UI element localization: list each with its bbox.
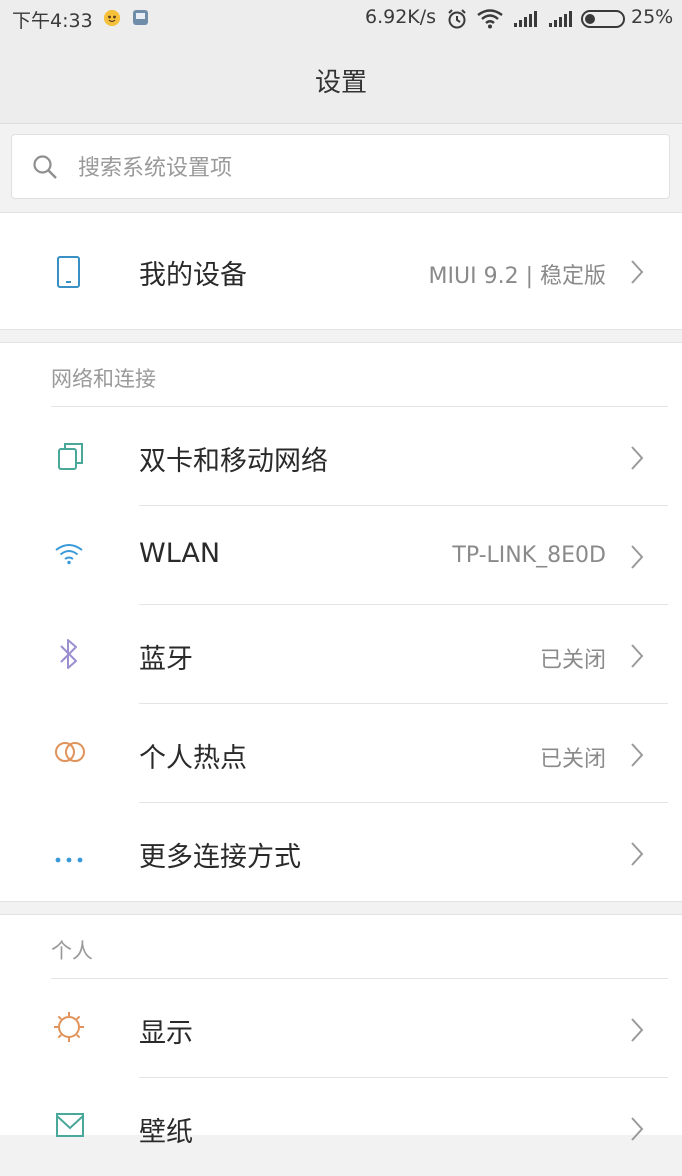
- title-bar: 设置: [0, 38, 682, 124]
- notification-app-icon: [104, 10, 120, 26]
- wifi-icon: [477, 9, 503, 33]
- item-label: 双卡和移动网络: [139, 446, 328, 477]
- item-label: 个人热点: [139, 743, 247, 774]
- my-device-label: 我的设备: [139, 260, 247, 291]
- chevron-right-icon: [630, 259, 644, 289]
- my-device-card: 我的设备 MIUI 9.2 | 稳定版: [0, 212, 682, 330]
- network-speed: 6.92K/s: [365, 6, 437, 28]
- search-input[interactable]: [76, 147, 640, 189]
- item-value: 已关闭: [539, 648, 606, 673]
- network-item-more[interactable]: 更多连接方式: [0, 803, 682, 901]
- bluetooth-icon: [58, 637, 80, 675]
- wifi-icon: [54, 542, 84, 570]
- network-section: 网络和连接 双卡和移动网络 WLAN TP-LINK_8E0D 蓝牙 已关闭 个…: [0, 342, 682, 902]
- my-device-value: MIUI 9.2 | 稳定版: [428, 264, 606, 289]
- chevron-right-icon: [630, 544, 644, 574]
- alarm-icon: [446, 8, 468, 34]
- item-label: 蓝牙: [139, 644, 193, 675]
- signal-icon: [548, 10, 574, 32]
- chevron-right-icon: [630, 841, 644, 871]
- personal-item-wallpaper[interactable]: 壁纸: [0, 1078, 682, 1176]
- item-value: TP-LINK_8E0D: [452, 543, 606, 568]
- my-device-row[interactable]: 我的设备 MIUI 9.2 | 稳定版: [0, 213, 682, 329]
- item-label: 更多连接方式: [139, 842, 301, 873]
- search-box[interactable]: [11, 134, 670, 199]
- status-bar: 下午4:33 6.92K/s 25%: [0, 0, 682, 38]
- page-title: 设置: [314, 68, 367, 98]
- chevron-right-icon: [630, 1017, 644, 1047]
- signal-icon: [513, 10, 539, 32]
- personal-item-display[interactable]: 显示: [0, 979, 682, 1077]
- status-time: 下午4:33: [12, 10, 93, 32]
- wallpaper-icon: [55, 1112, 85, 1142]
- network-item-wlan[interactable]: WLAN TP-LINK_8E0D: [0, 506, 682, 604]
- battery-icon: [581, 10, 629, 32]
- dual-sim-icon: [57, 441, 85, 475]
- item-value: 已关闭: [539, 747, 606, 772]
- chevron-right-icon: [630, 643, 644, 673]
- search-icon: [32, 154, 58, 184]
- more-dots-icon: [54, 849, 84, 868]
- phone-icon: [56, 255, 82, 293]
- section-header-network: 网络和连接: [51, 367, 156, 391]
- section-header-personal: 个人: [51, 939, 93, 963]
- item-label: WLAN: [139, 538, 221, 569]
- battery-percent: 25%: [631, 6, 674, 28]
- item-label: 壁纸: [139, 1117, 193, 1148]
- network-item-dual-sim[interactable]: 双卡和移动网络: [0, 407, 682, 505]
- network-item-bluetooth[interactable]: 蓝牙 已关闭: [0, 605, 682, 703]
- personal-section: 个人 显示 壁纸: [0, 914, 682, 1148]
- item-label: 显示: [139, 1018, 193, 1049]
- chevron-right-icon: [630, 445, 644, 475]
- hotspot-icon: [53, 740, 87, 768]
- chevron-right-icon: [630, 1116, 644, 1146]
- chevron-right-icon: [630, 742, 644, 772]
- notification-square-icon: [132, 9, 149, 26]
- brightness-icon: [53, 1011, 85, 1047]
- network-item-hotspot[interactable]: 个人热点 已关闭: [0, 704, 682, 802]
